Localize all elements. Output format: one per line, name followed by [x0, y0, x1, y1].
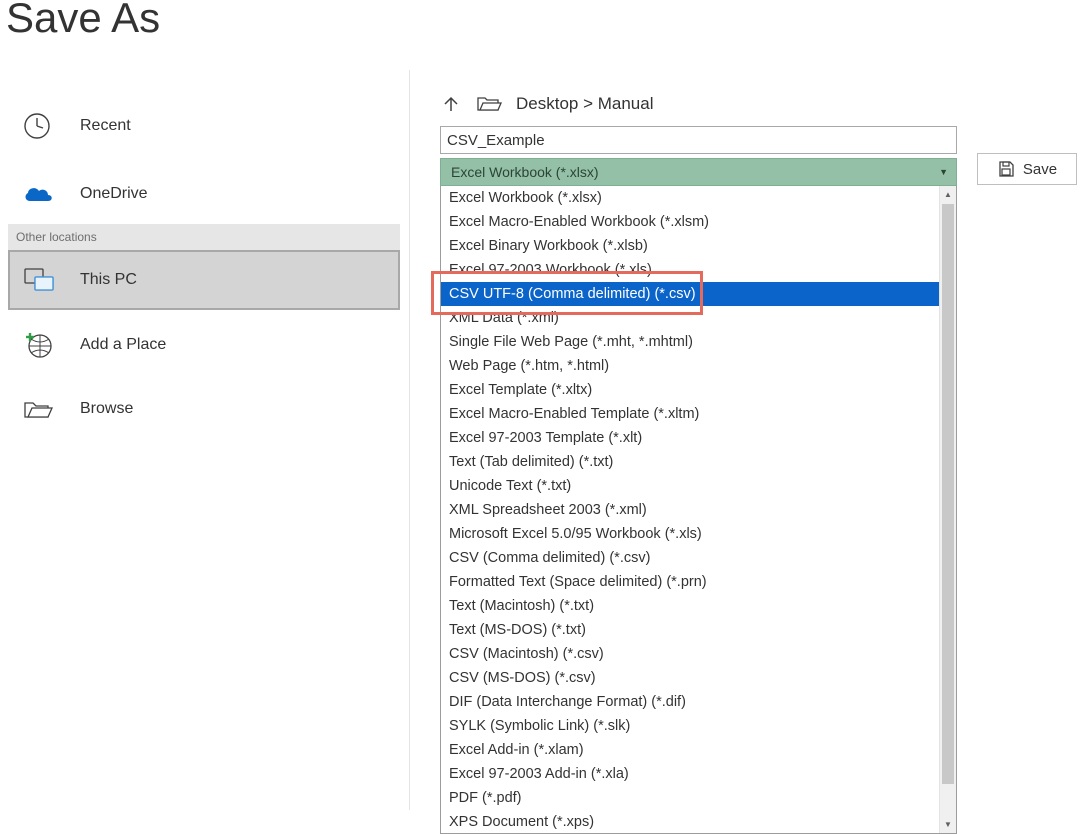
- sidebar-item-label: Add a Place: [80, 336, 166, 354]
- sidebar-item-label: Browse: [80, 400, 133, 418]
- folder-open-icon[interactable]: [476, 94, 502, 114]
- file-type-option[interactable]: Unicode Text (*.txt): [441, 474, 939, 498]
- file-type-option[interactable]: Web Page (*.htm, *.html): [441, 354, 939, 378]
- file-type-option[interactable]: DIF (Data Interchange Format) (*.dif): [441, 690, 939, 714]
- file-type-option[interactable]: Excel 97-2003 Add-in (*.xla): [441, 762, 939, 786]
- file-type-option[interactable]: Excel 97-2003 Template (*.xlt): [441, 426, 939, 450]
- file-type-select[interactable]: Excel Workbook (*.xlsx) ▼: [440, 158, 957, 186]
- file-type-option[interactable]: Excel Binary Workbook (*.xlsb): [441, 234, 939, 258]
- file-type-option[interactable]: Microsoft Excel 5.0/95 Workbook (*.xls): [441, 522, 939, 546]
- filename-input[interactable]: [440, 126, 957, 154]
- file-type-option[interactable]: Excel Add-in (*.xlam): [441, 738, 939, 762]
- file-type-option[interactable]: Excel Template (*.xltx): [441, 378, 939, 402]
- cloud-icon: [22, 183, 80, 205]
- file-type-option[interactable]: CSV (Comma delimited) (*.csv): [441, 546, 939, 570]
- vertical-divider: [409, 70, 410, 810]
- file-type-option[interactable]: Text (MS-DOS) (*.txt): [441, 618, 939, 642]
- save-button-label: Save: [1023, 161, 1057, 178]
- sidebar-item-add-place[interactable]: Add a Place: [8, 316, 400, 374]
- up-arrow-icon[interactable]: [440, 93, 462, 115]
- scroll-thumb[interactable]: [942, 204, 954, 784]
- file-type-option[interactable]: Single File Web Page (*.mht, *.mhtml): [441, 330, 939, 354]
- file-type-option[interactable]: Excel 97-2003 Workbook (*.xls): [441, 258, 939, 282]
- file-type-option[interactable]: Excel Macro-Enabled Workbook (*.xlsm): [441, 210, 939, 234]
- file-type-option[interactable]: Excel Macro-Enabled Template (*.xltm): [441, 402, 939, 426]
- save-icon: [997, 160, 1015, 178]
- computer-icon: [22, 265, 80, 295]
- file-type-option[interactable]: Text (Tab delimited) (*.txt): [441, 450, 939, 474]
- scroll-down-arrow-icon[interactable]: ▼: [940, 816, 956, 833]
- clock-icon: [22, 111, 80, 141]
- save-button[interactable]: Save: [977, 153, 1077, 185]
- sidebar-item-browse[interactable]: Browse: [8, 380, 400, 438]
- scroll-up-arrow-icon[interactable]: ▲: [940, 186, 956, 203]
- file-type-option[interactable]: SYLK (Symbolic Link) (*.slk): [441, 714, 939, 738]
- file-type-selected-label: Excel Workbook (*.xlsx): [451, 164, 599, 180]
- folder-open-icon: [22, 397, 80, 421]
- file-type-dropdown: Excel Workbook (*.xlsx)Excel Macro-Enabl…: [440, 186, 957, 834]
- sidebar-item-label: Recent: [80, 117, 131, 135]
- file-type-option[interactable]: XML Data (*.xml): [441, 306, 939, 330]
- file-type-option[interactable]: XML Spreadsheet 2003 (*.xml): [441, 498, 939, 522]
- breadcrumb-path[interactable]: Desktop > Manual: [516, 94, 654, 114]
- file-type-option[interactable]: Text (Macintosh) (*.txt): [441, 594, 939, 618]
- file-type-option[interactable]: CSV (Macintosh) (*.csv): [441, 642, 939, 666]
- save-as-main: Desktop > Manual Excel Workbook (*.xlsx)…: [440, 88, 1080, 834]
- page-title: Save As: [6, 0, 160, 42]
- file-type-option[interactable]: PDF (*.pdf): [441, 786, 939, 810]
- file-type-option[interactable]: Excel Workbook (*.xlsx): [441, 186, 939, 210]
- file-type-option[interactable]: XPS Document (*.xps): [441, 810, 939, 834]
- file-type-option[interactable]: Formatted Text (Space delimited) (*.prn): [441, 570, 939, 594]
- globe-plus-icon: [22, 329, 80, 361]
- sidebar-item-label: This PC: [80, 271, 137, 289]
- sidebar-item-this-pc[interactable]: This PC: [8, 250, 400, 310]
- sidebar-item-label: OneDrive: [80, 185, 148, 203]
- file-type-option[interactable]: CSV (MS-DOS) (*.csv): [441, 666, 939, 690]
- save-as-sidebar: Recent OneDrive Other locations This PC: [8, 96, 400, 438]
- file-type-option[interactable]: CSV UTF-8 (Comma delimited) (*.csv): [441, 282, 939, 306]
- sidebar-section-other-locations: Other locations: [8, 224, 400, 250]
- sidebar-item-recent[interactable]: Recent: [8, 96, 400, 156]
- chevron-down-icon: ▼: [939, 167, 948, 177]
- breadcrumb: Desktop > Manual: [440, 88, 1080, 120]
- sidebar-item-onedrive[interactable]: OneDrive: [8, 164, 400, 224]
- dropdown-scrollbar[interactable]: ▲ ▼: [939, 186, 956, 833]
